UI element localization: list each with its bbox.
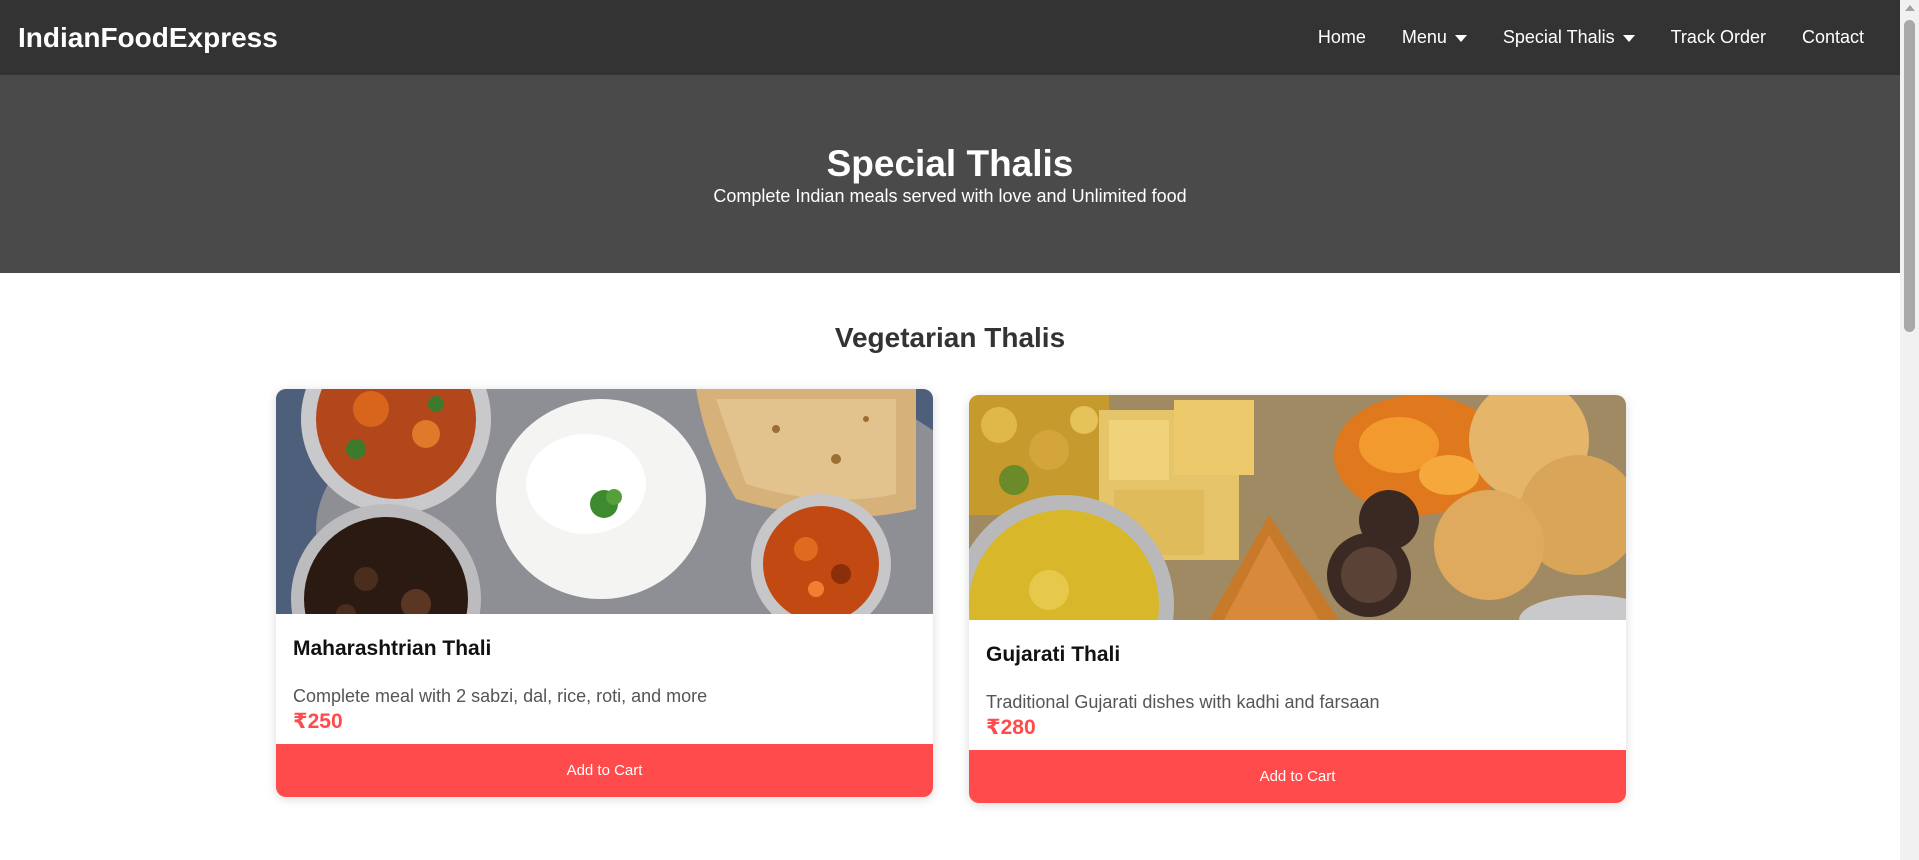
nav-contact[interactable]: Contact — [1802, 27, 1864, 48]
nav-links: Home Menu Special Thalis Track Order Con… — [1318, 27, 1864, 48]
card-price: ₹250 — [293, 710, 343, 733]
scroll-up-arrow-icon[interactable] — [1905, 5, 1915, 11]
nav-menu-dropdown[interactable]: Menu — [1402, 27, 1467, 48]
thali-card: Gujarati Thali Traditional Gujarati dish… — [969, 395, 1626, 803]
thali-image-gujarati — [969, 395, 1626, 620]
card-body: Gujarati Thali Traditional Gujarati dish… — [969, 620, 1626, 750]
hero-banner: Special Thalis Complete Indian meals ser… — [0, 75, 1900, 273]
nav-special-thalis-dropdown[interactable]: Special Thalis — [1503, 27, 1635, 48]
nav-home-label: Home — [1317, 27, 1366, 47]
hero-title: Special Thalis — [826, 143, 1074, 184]
nav-home[interactable]: Home — [1318, 27, 1366, 48]
card-description: Complete meal with 2 sabzi, dal, rice, r… — [293, 686, 708, 706]
add-to-cart-button[interactable]: Add to Cart — [969, 750, 1626, 803]
card-price: ₹280 — [986, 716, 1036, 739]
page: IndianFoodExpress Home Menu Special Thal… — [0, 0, 1919, 860]
vertical-scrollbar[interactable] — [1900, 0, 1919, 860]
scrollbar-thumb[interactable] — [1904, 20, 1915, 332]
brand-logo[interactable]: IndianFoodExpress — [18, 22, 278, 54]
nav-track-order[interactable]: Track Order — [1671, 27, 1766, 48]
thali-card: Maharashtrian Thali Complete meal with 2… — [276, 389, 933, 797]
nav-menu-label: Menu — [1401, 27, 1447, 47]
nav-track-order-label: Track Order — [1670, 27, 1766, 47]
add-to-cart-button[interactable]: Add to Cart — [276, 744, 933, 797]
section-title: Vegetarian Thalis — [834, 322, 1066, 353]
caret-down-icon — [1454, 35, 1467, 42]
card-description: Traditional Gujarati dishes with kadhi a… — [986, 692, 1380, 712]
card-body: Maharashtrian Thali Complete meal with 2… — [276, 614, 933, 744]
hero-subtitle: Complete Indian meals served with love a… — [713, 186, 1187, 206]
nav-contact-label: Contact — [1801, 27, 1864, 47]
card-title: Maharashtrian Thali — [293, 637, 492, 660]
navbar: IndianFoodExpress Home Menu Special Thal… — [0, 0, 1900, 75]
thali-image-maharashtrian — [276, 389, 933, 614]
nav-special-thalis-label: Special Thalis — [1502, 27, 1615, 47]
caret-down-icon — [1622, 35, 1635, 42]
card-title: Gujarati Thali — [986, 643, 1121, 666]
